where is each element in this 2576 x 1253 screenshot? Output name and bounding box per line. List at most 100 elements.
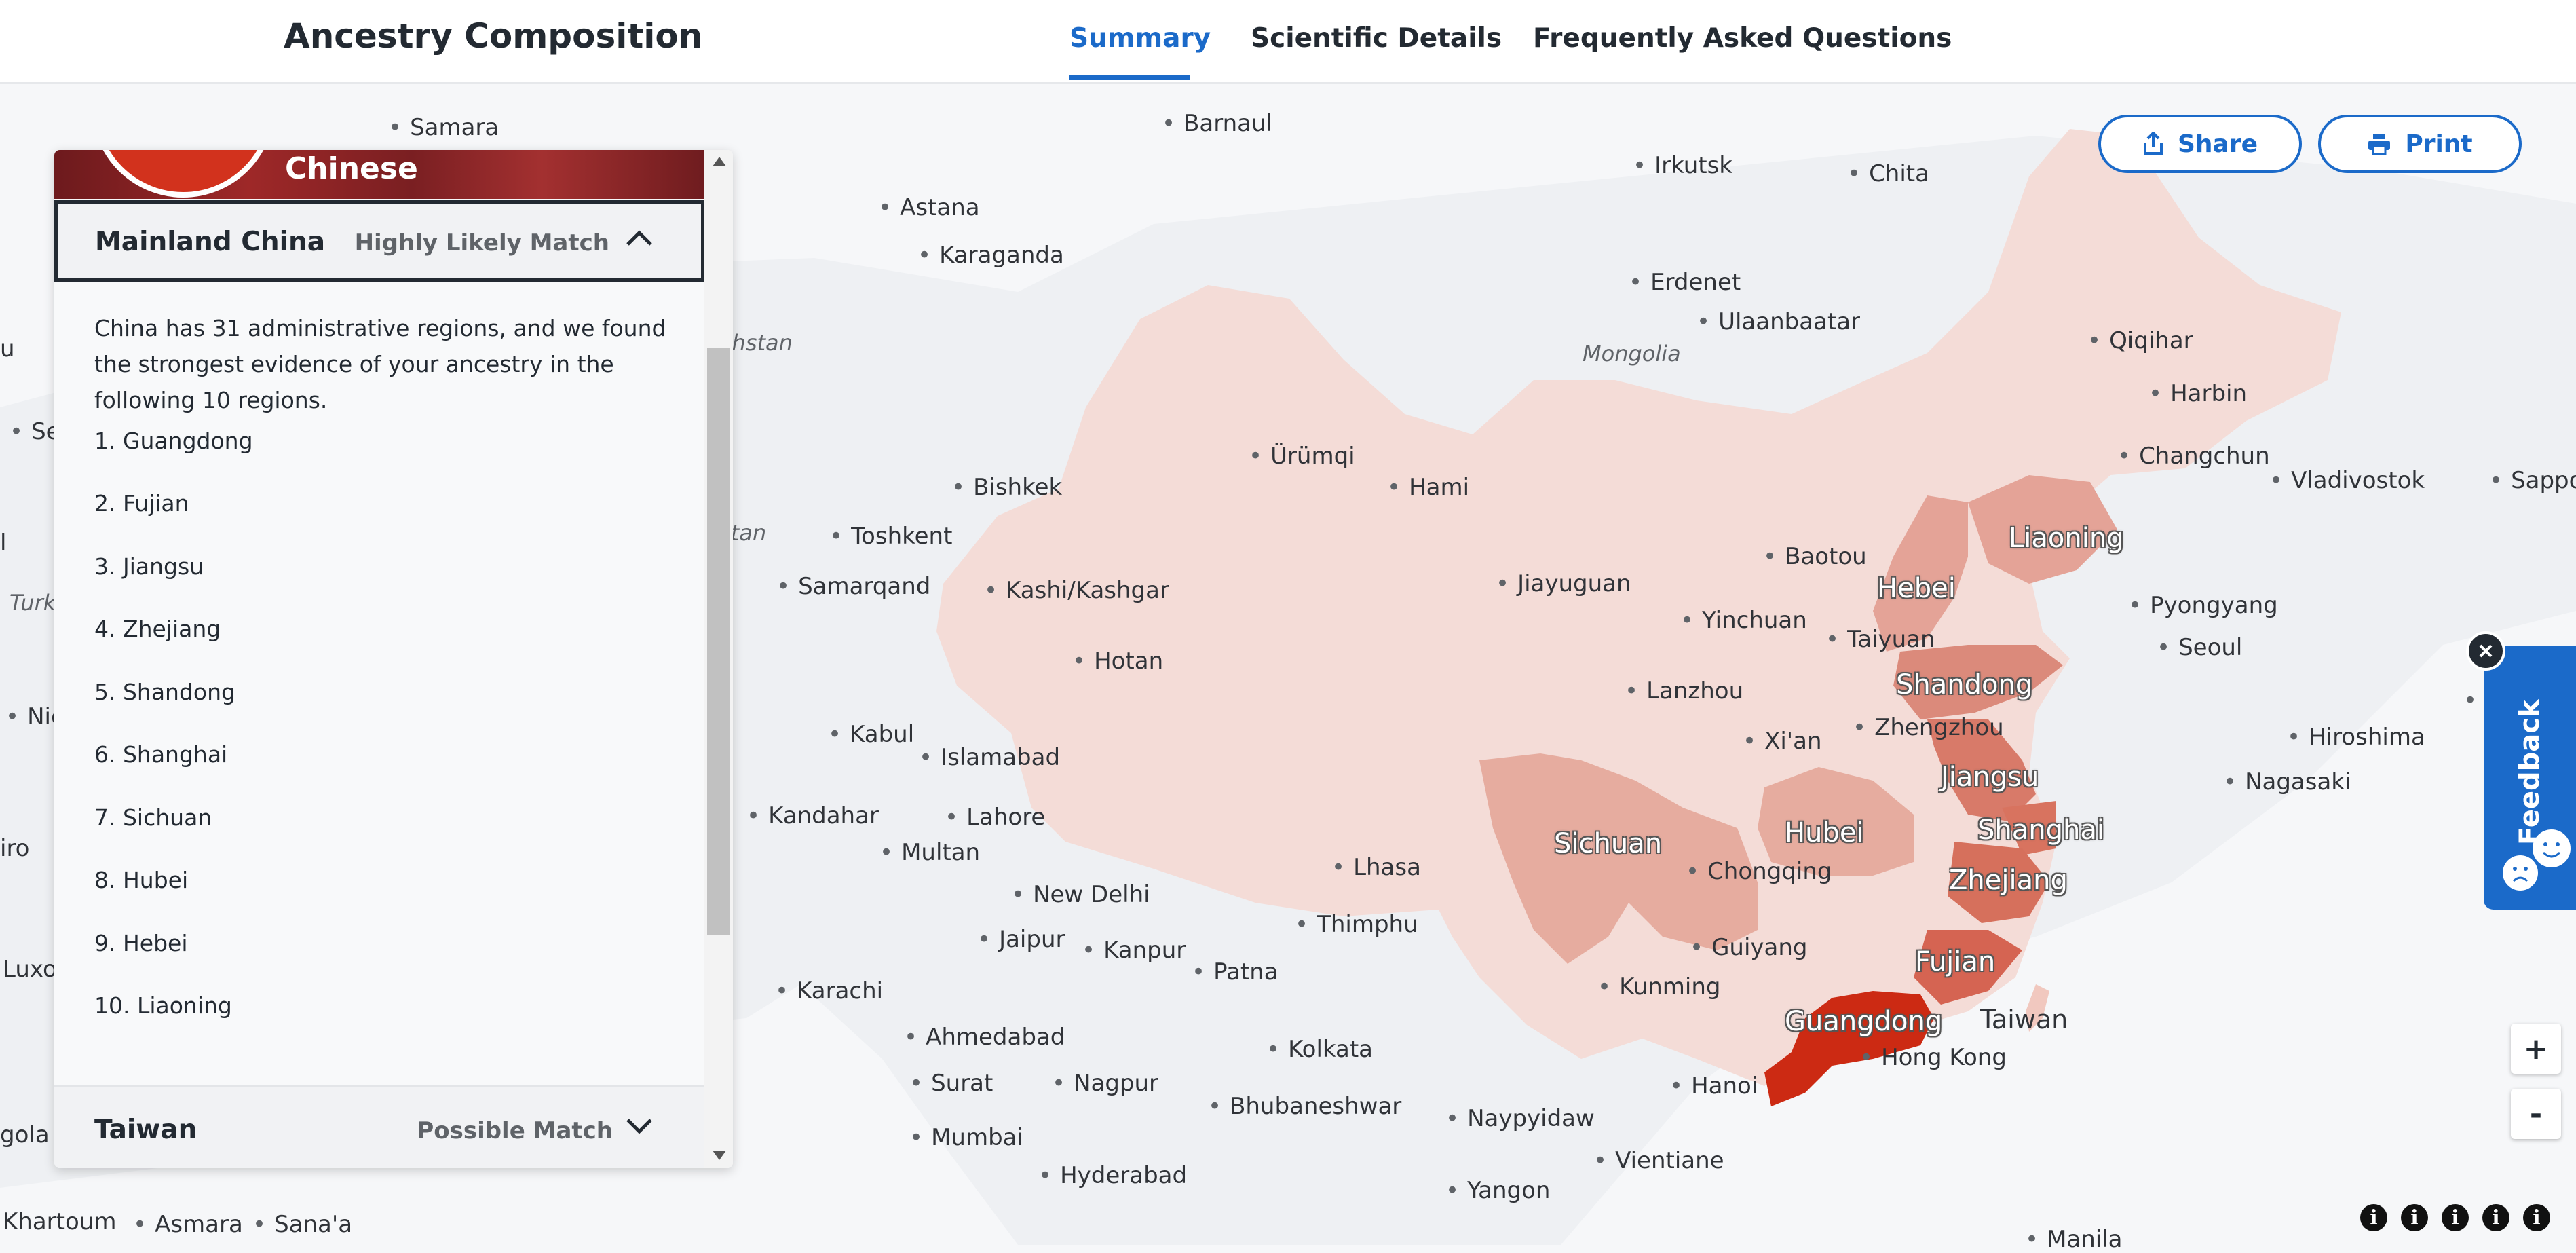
city-label: Kunming (1597, 973, 1720, 1000)
city-label: Karaganda (917, 242, 1064, 269)
city-label: Yangon (1445, 1177, 1550, 1204)
city-label: Qiqihar (2087, 327, 2193, 354)
city-label: Luxo (3, 956, 57, 983)
list-item: 4. Zhejiang (94, 616, 221, 642)
city-label: Toshkent (829, 523, 952, 550)
tab-scientific-details[interactable]: Scientific Details (1251, 23, 1502, 54)
city-label: Ulaanbaatar (1697, 308, 1860, 335)
share-button[interactable]: Share (2098, 115, 2302, 173)
region-name: Taiwan (94, 1115, 197, 1145)
zoom-out-button[interactable]: - (2511, 1089, 2561, 1139)
ancestry-details-panel[interactable]: Chinese Mainland China Highly Likely Mat… (54, 150, 733, 1168)
city-label: Irkutsk (1633, 152, 1732, 179)
region-label-shandong: Shandong (1896, 669, 2033, 700)
city-label: Mumbai (909, 1124, 1023, 1151)
city-label: Zhengzhou (1853, 714, 2004, 741)
info-icon[interactable]: i (2360, 1204, 2387, 1231)
region-accordion-mainland-china[interactable]: Mainland China Highly Likely Match (54, 200, 704, 282)
city-label: Sana'a (252, 1211, 352, 1238)
city-label: Kolkata (1266, 1036, 1373, 1063)
city-label: Hanoi (1669, 1072, 1758, 1100)
city-label: Islamabad (919, 744, 1060, 771)
city-label: gola (0, 1121, 50, 1148)
city-label: Chongqing (1686, 858, 1832, 885)
list-item: 8. Hubei (94, 867, 189, 893)
city-label: Taiyuan (1825, 626, 1935, 653)
scroll-up-arrow[interactable] (713, 157, 726, 166)
city-label: Sappo (2489, 467, 2576, 494)
list-item: 5. Shandong (94, 678, 235, 705)
city-label: Guiyang (1690, 934, 1807, 961)
city-label: Bishkek (951, 474, 1062, 501)
share-label: Share (2177, 130, 2258, 158)
city-label: Lhasa (1331, 854, 1421, 881)
city-label: Hiroshima (2287, 724, 2425, 751)
chevron-down-icon (626, 1119, 652, 1134)
city-label: Vientiane (1593, 1147, 1724, 1174)
match-label: Highly Likely Match (354, 229, 609, 257)
scroll-thumb[interactable] (707, 348, 730, 935)
region-label-liaoning: Liaoning (2009, 523, 2124, 554)
region-label-guangdong: Guangdong (1785, 1006, 1943, 1037)
region-accordion-taiwan[interactable]: Taiwan Possible Match (54, 1085, 704, 1168)
info-icon[interactable]: i (2442, 1204, 2469, 1231)
city-label: Changchun (2117, 443, 2270, 470)
city-label: Kandahar (746, 802, 879, 829)
tab-summary[interactable]: Summary (1069, 23, 1211, 54)
place-label-taiwan: Taiwan (1980, 1005, 2068, 1034)
city-label: Naypyidaw (1445, 1105, 1595, 1132)
list-item: 10. Liaoning (94, 992, 232, 1019)
region-label-sichuan: Sichuan (1554, 828, 1663, 859)
region-label-shanghai: Shanghai (1977, 815, 2104, 846)
list-item: 9. Hebei (94, 929, 188, 956)
city-label: Samarqand (776, 573, 930, 600)
active-tab-indicator (1069, 75, 1190, 80)
info-icon[interactable]: i (2523, 1204, 2550, 1231)
info-icon[interactable]: i (2482, 1204, 2509, 1231)
city-label: Samara (388, 114, 499, 141)
top-regions-list: 1. Guangdong 2. Fujian 3. Jiangsu 4. Zhe… (94, 418, 678, 1046)
city-label: Patna (1192, 958, 1278, 986)
city-label: Hami (1387, 474, 1469, 501)
city-label: Xi'an (1743, 728, 1821, 755)
share-icon (2143, 132, 2163, 155)
match-label: Possible Match (417, 1117, 613, 1144)
info-icon[interactable]: i (2401, 1204, 2428, 1231)
city-label: Karachi (775, 977, 883, 1005)
city-label: Multan (879, 839, 980, 866)
city-label: Baotou (1763, 543, 1867, 570)
chevron-up-icon (626, 230, 652, 246)
city-label: Kanpur (1082, 937, 1186, 964)
country-label: Mongolia (1583, 341, 1681, 367)
city-label: Astana (878, 194, 980, 221)
population-badge (92, 150, 275, 198)
city-label: Hyderabad (1038, 1162, 1187, 1189)
page-title: Ancestry Composition (284, 16, 703, 56)
list-item: 6. Shanghai (94, 741, 228, 768)
city-label: Chita (1847, 160, 1929, 187)
city-label: Surat (909, 1070, 993, 1097)
city-label: Yinchuan (1680, 607, 1807, 634)
feedback-tab[interactable]: Feedback (2484, 646, 2576, 910)
city-label: Ürümqi (1249, 443, 1355, 470)
print-button[interactable]: Print (2318, 115, 2522, 173)
city-label: Ahmedabad (904, 1024, 1065, 1051)
region-label-jiangsu: Jiangsu (1941, 762, 2039, 793)
top-header: Ancestry Composition Summary Scientific … (0, 0, 2576, 84)
scroll-down-arrow[interactable] (713, 1151, 726, 1160)
region-description: China has 31 administrative regions, and… (94, 315, 666, 413)
feedback-close-button[interactable] (2466, 631, 2505, 671)
city-label: Vladivostok (2269, 467, 2425, 494)
panel-scrollbar[interactable] (704, 150, 733, 1168)
city-label: Asmara (133, 1211, 243, 1238)
region-label-zhejiang: Zhejiang (1949, 865, 2068, 896)
population-title: Chinese (285, 151, 418, 186)
city-label: Bhubaneshwar (1208, 1093, 1401, 1120)
zoom-in-button[interactable]: + (2511, 1024, 2561, 1074)
list-item: 7. Sichuan (94, 804, 212, 831)
city-label: Erdenet (1629, 269, 1741, 296)
city-label: Lahore (945, 804, 1045, 831)
city-label: Hong Kong (1859, 1044, 2007, 1071)
city-label: Manila (2025, 1226, 2122, 1253)
tab-faq[interactable]: Frequently Asked Questions (1533, 23, 1952, 54)
